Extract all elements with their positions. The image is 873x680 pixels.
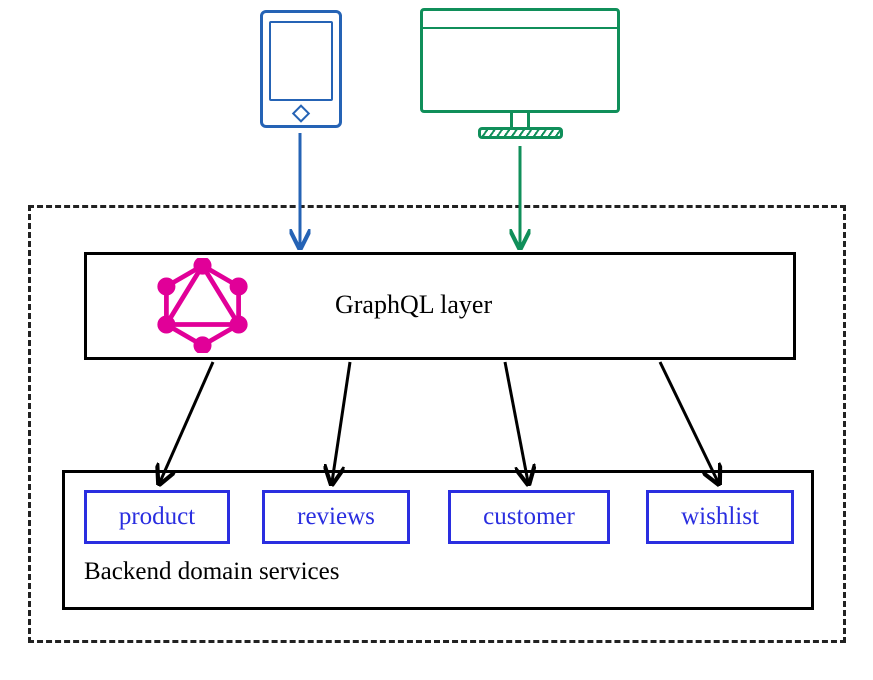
tablet-client-icon <box>260 10 342 128</box>
graphql-layer-label: GraphQL layer <box>335 290 492 320</box>
service-wishlist: wishlist <box>646 490 794 544</box>
service-reviews: reviews <box>262 490 410 544</box>
service-customer: customer <box>448 490 610 544</box>
service-product: product <box>84 490 230 544</box>
graphql-logo-icon <box>155 258 250 353</box>
backend-services-label: Backend domain services <box>84 558 339 586</box>
architecture-diagram: GraphQL layer product reviews customer w… <box>0 0 873 680</box>
desktop-client-icon <box>420 8 620 139</box>
